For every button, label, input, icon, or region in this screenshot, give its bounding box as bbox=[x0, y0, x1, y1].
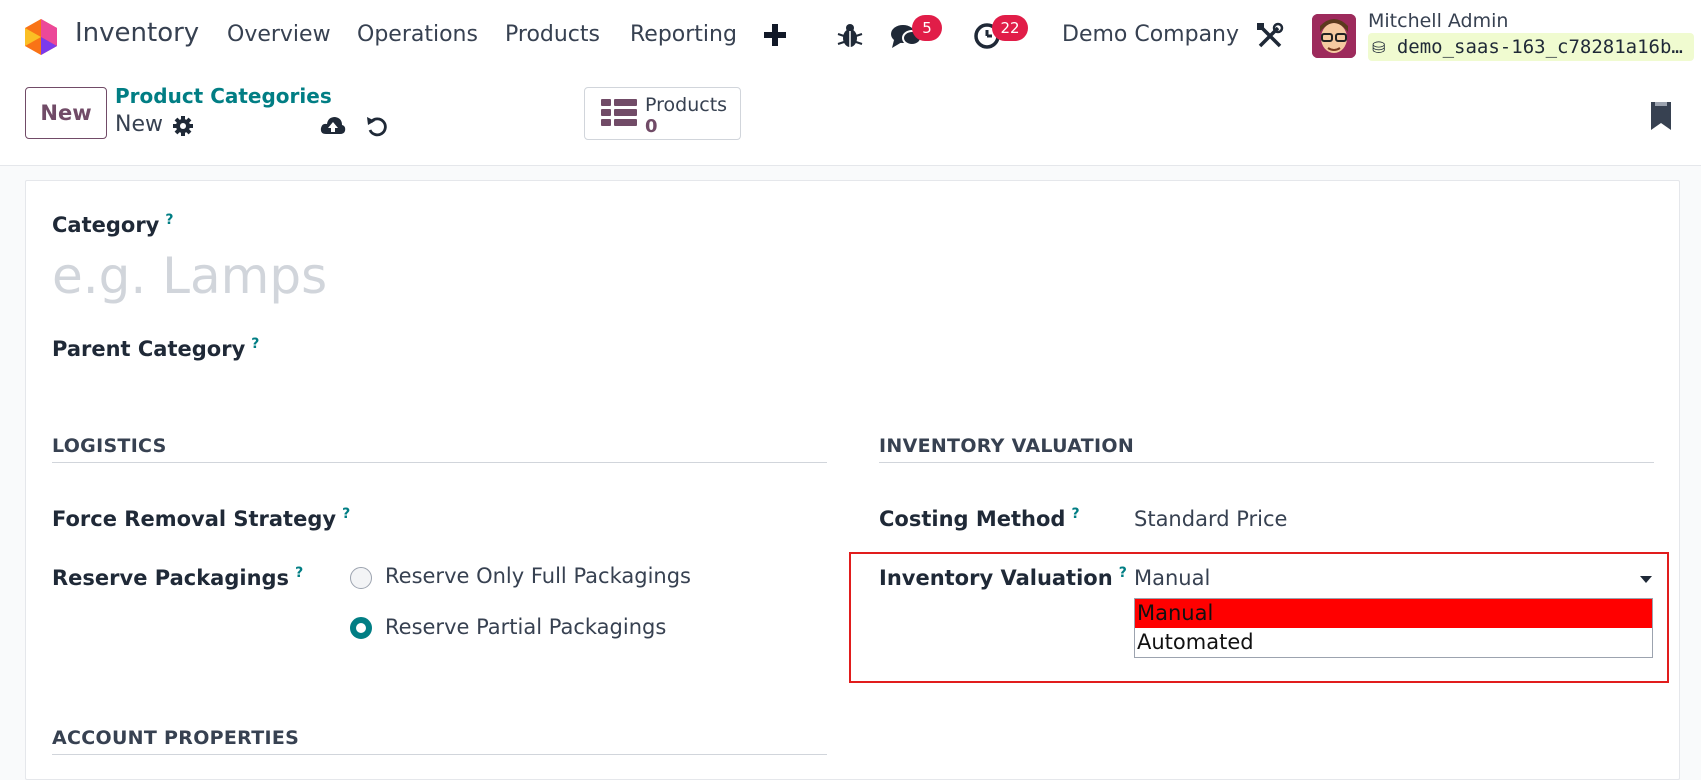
radio-reserve-partial[interactable] bbox=[350, 617, 372, 639]
category-name-input[interactable]: e.g. Lamps bbox=[52, 247, 327, 305]
category-help-icon[interactable]: ? bbox=[165, 212, 173, 228]
force-removal-help-icon[interactable]: ? bbox=[342, 506, 350, 522]
parent-category-help-icon[interactable]: ? bbox=[251, 336, 259, 352]
breadcrumb-product-categories[interactable]: Product Categories bbox=[115, 84, 332, 108]
company-switcher[interactable]: Demo Company bbox=[1062, 22, 1239, 47]
menu-products[interactable]: Products bbox=[505, 22, 600, 47]
radio-reserve-full[interactable] bbox=[350, 567, 372, 589]
logistics-section-title: LOGISTICS bbox=[52, 435, 167, 457]
app-name[interactable]: Inventory bbox=[75, 18, 199, 48]
smart-button-count: 0 bbox=[645, 116, 658, 137]
annotation-highlight-box bbox=[849, 552, 1669, 683]
breadcrumb-current: New bbox=[115, 112, 163, 137]
app-logo-icon[interactable] bbox=[24, 18, 58, 56]
new-button[interactable]: New bbox=[25, 87, 107, 139]
user-name[interactable]: Mitchell Admin bbox=[1368, 10, 1508, 32]
reserve-packagings-label: Reserve Packagings? bbox=[52, 565, 304, 590]
plus-icon[interactable] bbox=[762, 22, 788, 48]
messages-count-badge: 5 bbox=[912, 15, 942, 41]
database-icon: ⛁ bbox=[1372, 38, 1386, 57]
database-badge: ⛁ demo_saas-163_c78281a16b… bbox=[1368, 33, 1694, 61]
radio-reserve-full-label[interactable]: Reserve Only Full Packagings bbox=[385, 564, 691, 588]
save-cloud-upload-icon[interactable] bbox=[320, 114, 346, 138]
logistics-divider bbox=[52, 462, 827, 463]
costing-method-help-icon[interactable]: ? bbox=[1071, 506, 1079, 522]
list-icon bbox=[601, 99, 637, 126]
menu-overview[interactable]: Overview bbox=[227, 22, 331, 47]
category-label: Category? bbox=[52, 212, 174, 237]
menu-reporting[interactable]: Reporting bbox=[630, 22, 737, 47]
reserve-packagings-help-icon[interactable]: ? bbox=[295, 565, 303, 581]
products-smart-button[interactable]: Products 0 bbox=[584, 87, 741, 140]
force-removal-label: Force Removal Strategy? bbox=[52, 506, 351, 531]
radio-reserve-partial-label[interactable]: Reserve Partial Packagings bbox=[385, 615, 666, 639]
account-properties-section-title: ACCOUNT PROPERTIES bbox=[52, 727, 300, 749]
discard-undo-icon[interactable] bbox=[366, 114, 388, 138]
menu-operations[interactable]: Operations bbox=[357, 22, 478, 47]
gear-icon[interactable] bbox=[172, 115, 194, 137]
activities-count-badge: 22 bbox=[992, 15, 1028, 41]
bookmark-icon[interactable] bbox=[1651, 102, 1671, 130]
costing-method-value[interactable]: Standard Price bbox=[1134, 507, 1287, 531]
costing-method-label: Costing Method? bbox=[879, 506, 1080, 531]
smart-button-label: Products bbox=[645, 94, 728, 116]
top-navbar: Inventory Overview Operations Products R… bbox=[0, 0, 1701, 72]
settings-tools-icon[interactable] bbox=[1256, 22, 1284, 50]
account-properties-divider bbox=[52, 754, 827, 755]
database-name: demo_saas-163_c78281a16b… bbox=[1396, 36, 1683, 58]
valuation-section-title: INVENTORY VALUATION bbox=[879, 435, 1135, 457]
debug-bug-icon[interactable] bbox=[836, 22, 864, 50]
parent-category-label: Parent Category? bbox=[52, 336, 260, 361]
valuation-divider bbox=[879, 462, 1654, 463]
user-avatar[interactable] bbox=[1312, 14, 1356, 58]
control-panel: New Product Categories New Products 0 bbox=[0, 72, 1701, 166]
